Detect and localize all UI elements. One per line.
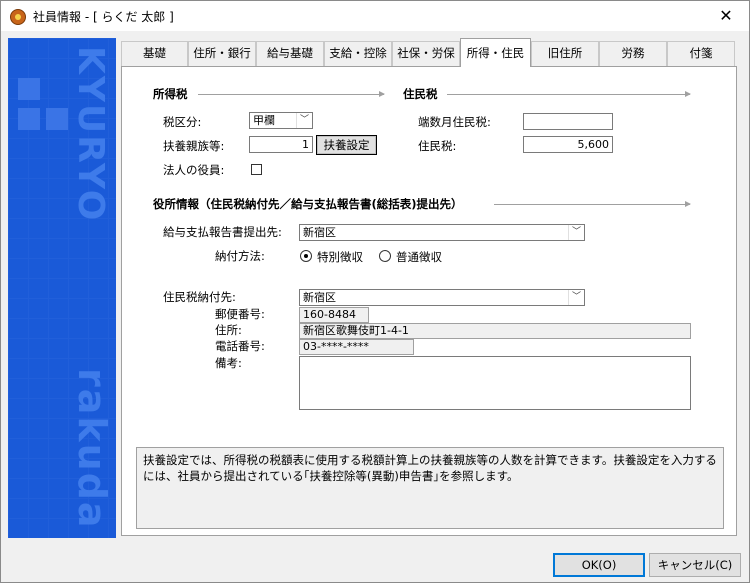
sidebar-banner: KYURYO rakuda (8, 38, 116, 538)
memo-label: 備考: (215, 356, 242, 370)
payment-method-label: 納付方法: (215, 249, 265, 263)
tax-class-value: 甲欄 (253, 114, 275, 127)
address-label: 住所: (215, 323, 242, 337)
chevron-down-icon[interactable]: ﹀ (568, 290, 584, 305)
app-icon (10, 9, 26, 25)
window-title: 社員情報 - [ らくだ 太郎 ] (33, 10, 174, 24)
sidebar-logo-bottom: rakuda (70, 368, 114, 530)
tab-social-insurance[interactable]: 社保・労保 (392, 41, 460, 66)
corporate-officer-checkbox[interactable] (251, 164, 262, 175)
tax-class-label: 税区分: (163, 115, 202, 129)
report-dest-label: 給与支払報告書提出先: (163, 225, 282, 239)
dependents-field[interactable]: 1 (249, 136, 313, 153)
sidebar-logo-top: KYURYO (70, 46, 111, 223)
corporate-officer-label: 法人の役員: (163, 163, 225, 177)
tab-basic[interactable]: 基礎 (121, 41, 188, 66)
payee-label: 住民税納付先: (163, 290, 236, 304)
income-tax-section-title: 所得税 (153, 87, 188, 101)
fraction-month-label: 端数月住民税: (418, 115, 491, 129)
tab-panel: 所得税 税区分: 甲欄 ﹀ 扶養親族等: 1 扶養設定 法人の役員: 住民税 端… (121, 66, 737, 536)
tab-salary-basic[interactable]: 給与基礎 (256, 41, 324, 66)
special-collection-label[interactable]: 特別徴収 (317, 249, 363, 265)
income-tax-separator (198, 91, 385, 97)
tab-sticky-note[interactable]: 付箋 (667, 41, 735, 66)
sidebar-block (18, 108, 40, 130)
help-text-box: 扶養設定では、所得税の税額表に使用する税額計算上の扶養親族等の人数を計算できます… (136, 447, 724, 529)
dependents-label: 扶養親族等: (163, 139, 225, 153)
tab-labor[interactable]: 労務 (599, 41, 667, 66)
sidebar-block (18, 78, 40, 100)
address-field: 新宿区歌舞伎町1-4-1 (299, 323, 691, 339)
office-section-title: 役所情報（住民税納付先／給与支払報告書(総括表)提出先） (153, 197, 463, 211)
resident-tax-section-title: 住民税 (403, 87, 438, 101)
tab-old-address[interactable]: 旧住所 (531, 41, 599, 66)
resident-tax-separator (447, 91, 691, 97)
ok-button[interactable]: OK(O) (553, 553, 645, 577)
resident-tax-label: 住民税: (418, 139, 457, 153)
tab-income-resident[interactable]: 所得・住民 (460, 38, 531, 67)
report-dest-value: 新宿区 (303, 226, 336, 239)
office-separator (494, 201, 691, 207)
fraction-month-field[interactable] (523, 113, 613, 130)
chevron-down-icon[interactable]: ﹀ (568, 225, 584, 240)
memo-field[interactable] (299, 356, 691, 410)
payee-select[interactable]: 新宿区 ﹀ (299, 289, 585, 306)
phone-field: 03-****-**** (299, 339, 414, 355)
normal-collection-radio[interactable] (379, 250, 391, 262)
dependents-setting-button[interactable]: 扶養設定 (316, 135, 377, 155)
employee-info-window: 社員情報 - [ らくだ 太郎 ] ✕ KYURYO rakuda 基礎 住所・… (0, 0, 750, 583)
title-bar: 社員情報 - [ らくだ 太郎 ] ✕ (1, 1, 749, 31)
close-icon[interactable]: ✕ (703, 1, 749, 31)
special-collection-radio[interactable] (300, 250, 312, 262)
postal-field: 160-8484 (299, 307, 369, 323)
phone-label: 電話番号: (215, 339, 265, 353)
cancel-button[interactable]: キャンセル(C) (649, 553, 741, 577)
normal-collection-label[interactable]: 普通徴収 (396, 249, 442, 265)
tab-payment-deduction[interactable]: 支給・控除 (324, 41, 392, 66)
postal-label: 郵便番号: (215, 307, 265, 321)
chevron-down-icon[interactable]: ﹀ (296, 113, 312, 128)
payee-value: 新宿区 (303, 291, 336, 304)
tax-class-select[interactable]: 甲欄 ﹀ (249, 112, 313, 129)
resident-tax-field[interactable]: 5,600 (523, 136, 613, 153)
sidebar-block (46, 108, 68, 130)
tab-address-bank[interactable]: 住所・銀行 (188, 41, 256, 66)
report-dest-select[interactable]: 新宿区 ﹀ (299, 224, 585, 241)
